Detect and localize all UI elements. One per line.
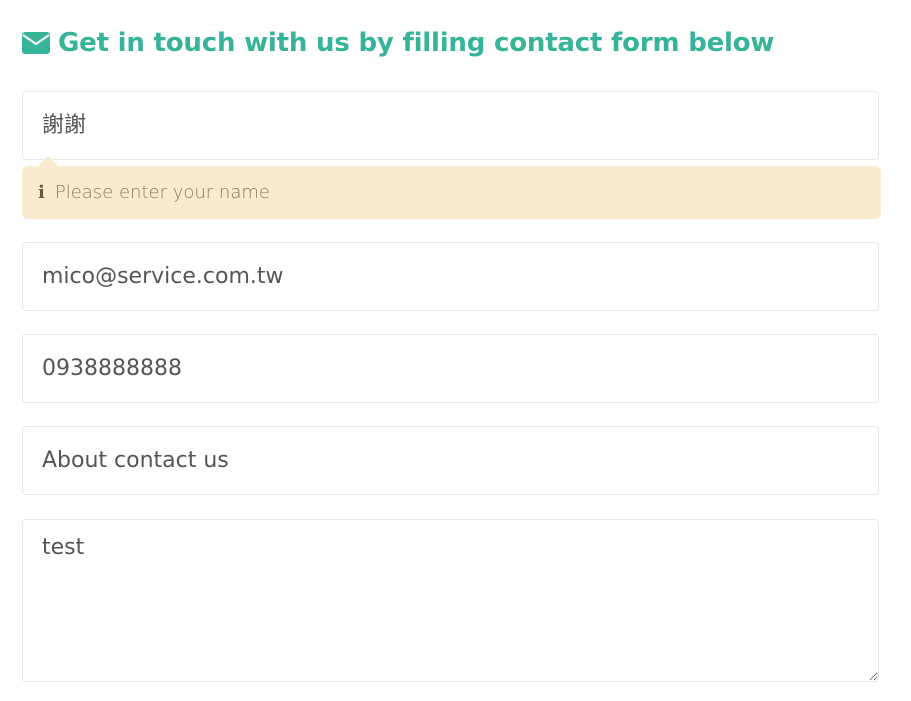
form-heading-text: Get in touch with us by filling contact … [58, 28, 775, 58]
name-error-alert: i Please enter your name [22, 156, 881, 219]
subject-input[interactable] [22, 426, 879, 495]
form-heading: Get in touch with us by filling contact … [22, 28, 774, 58]
phone-input[interactable] [22, 334, 879, 403]
name-error-text: Please enter your name [54, 182, 270, 203]
name-input[interactable] [22, 91, 879, 160]
info-icon: i [38, 182, 45, 203]
envelope-icon [22, 32, 50, 54]
message-textarea[interactable]: test [22, 519, 879, 682]
email-input[interactable] [22, 242, 879, 311]
